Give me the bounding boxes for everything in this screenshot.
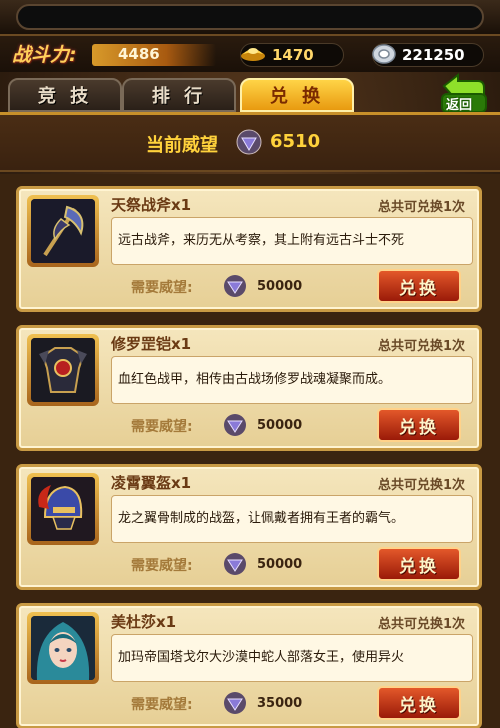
item-limit: 总共可兑换1次 (377, 339, 465, 354)
item-cost: 50000 (257, 557, 303, 572)
power-value: 4486 (118, 45, 160, 63)
silver-coin-icon (372, 44, 396, 64)
exchange-item-card: 修罗罡铠x1 总共可兑换1次 血红色战甲，相传由古战场修罗战魂凝聚而成。 需要威… (16, 325, 482, 451)
exchange-list: 天祭战斧x1 总共可兑换1次 远古战斧，来历无从考察，其上附有远古斗士不死 需要… (0, 174, 500, 728)
item-cost: 35000 (257, 696, 303, 711)
item-description: 加玛帝国塔戈尔大沙漠中蛇人部落女王，使用异火 (111, 634, 473, 682)
exchange-button[interactable]: 兑换 (377, 686, 461, 720)
cost-label: 需要威望: (131, 419, 193, 435)
item-name: 天祭战斧x1 (111, 196, 192, 214)
tab-ranking[interactable]: 排 行 (122, 78, 236, 112)
cost-label: 需要威望: (131, 280, 193, 296)
tab-arena[interactable]: 竞 技 (8, 78, 122, 112)
item-thumbnail (27, 195, 99, 267)
gold-value: 1470 (272, 46, 314, 64)
item-description: 龙之翼骨制成的战盔，让佩戴者拥有王者的霸气。 (111, 495, 473, 543)
top-bar (0, 0, 500, 36)
armor-icon (31, 338, 95, 402)
silver-value: 221250 (402, 46, 465, 64)
exchange-item-card: 天祭战斧x1 总共可兑换1次 远古战斧，来历无从考察，其上附有远古斗士不死 需要… (16, 186, 482, 312)
exchange-button[interactable]: 兑换 (377, 547, 461, 581)
item-limit: 总共可兑换1次 (377, 617, 465, 632)
item-name: 修罗罡铠x1 (111, 335, 192, 353)
gold-ingot-icon (241, 48, 265, 61)
item-description: 血红色战甲，相传由古战场修罗战魂凝聚而成。 (111, 356, 473, 404)
battle-axe-icon (31, 199, 95, 263)
item-cost: 50000 (257, 418, 303, 433)
prestige-gem-icon (224, 553, 246, 575)
back-button-label[interactable]: 返回 (446, 94, 472, 113)
exchange-button[interactable]: 兑换 (377, 408, 461, 442)
stats-row: 战斗力: 4486 1470 221250 (0, 36, 500, 72)
exchange-item-card: 美杜莎x1 总共可兑换1次 加玛帝国塔戈尔大沙漠中蛇人部落女王，使用异火 需要威… (16, 603, 482, 728)
item-name: 凌霄翼盔x1 (111, 474, 192, 492)
medusa-portrait-icon (31, 616, 95, 680)
prestige-gem-icon (236, 129, 262, 155)
item-limit: 总共可兑换1次 (377, 200, 465, 215)
item-thumbnail (27, 334, 99, 406)
item-thumbnail (27, 473, 99, 545)
prestige-value: 6510 (270, 131, 321, 152)
power-label: 战斗力: (12, 44, 77, 66)
exchange-item-card: 凌霄翼盔x1 总共可兑换1次 龙之翼骨制成的战盔，让佩戴者拥有王者的霸气。 需要… (16, 464, 482, 590)
tab-exchange[interactable]: 兑 换 (240, 78, 354, 112)
prestige-gem-icon (224, 414, 246, 436)
item-description: 远古战斧，来历无从考察，其上附有远古斗士不死 (111, 217, 473, 265)
item-limit: 总共可兑换1次 (377, 478, 465, 493)
tabs-row: 竞 技 排 行 兑 换 (0, 72, 500, 112)
prestige-gem-icon (224, 275, 246, 297)
prestige-label: 当前威望 (146, 135, 218, 156)
item-thumbnail (27, 612, 99, 684)
exchange-screen: 战斗力: 4486 1470 221250 竞 技 排 行 兑 换 返回 当前威… (0, 0, 500, 728)
prestige-header: 当前威望 6510 (0, 112, 500, 172)
prestige-gem-icon (224, 692, 246, 714)
item-cost: 50000 (257, 279, 303, 294)
cost-label: 需要威望: (131, 558, 193, 574)
item-name: 美杜莎x1 (111, 613, 177, 631)
cost-label: 需要威望: (131, 697, 193, 713)
exchange-button[interactable]: 兑换 (377, 269, 461, 303)
top-bar-slot (16, 4, 484, 30)
helmet-icon (31, 477, 95, 541)
